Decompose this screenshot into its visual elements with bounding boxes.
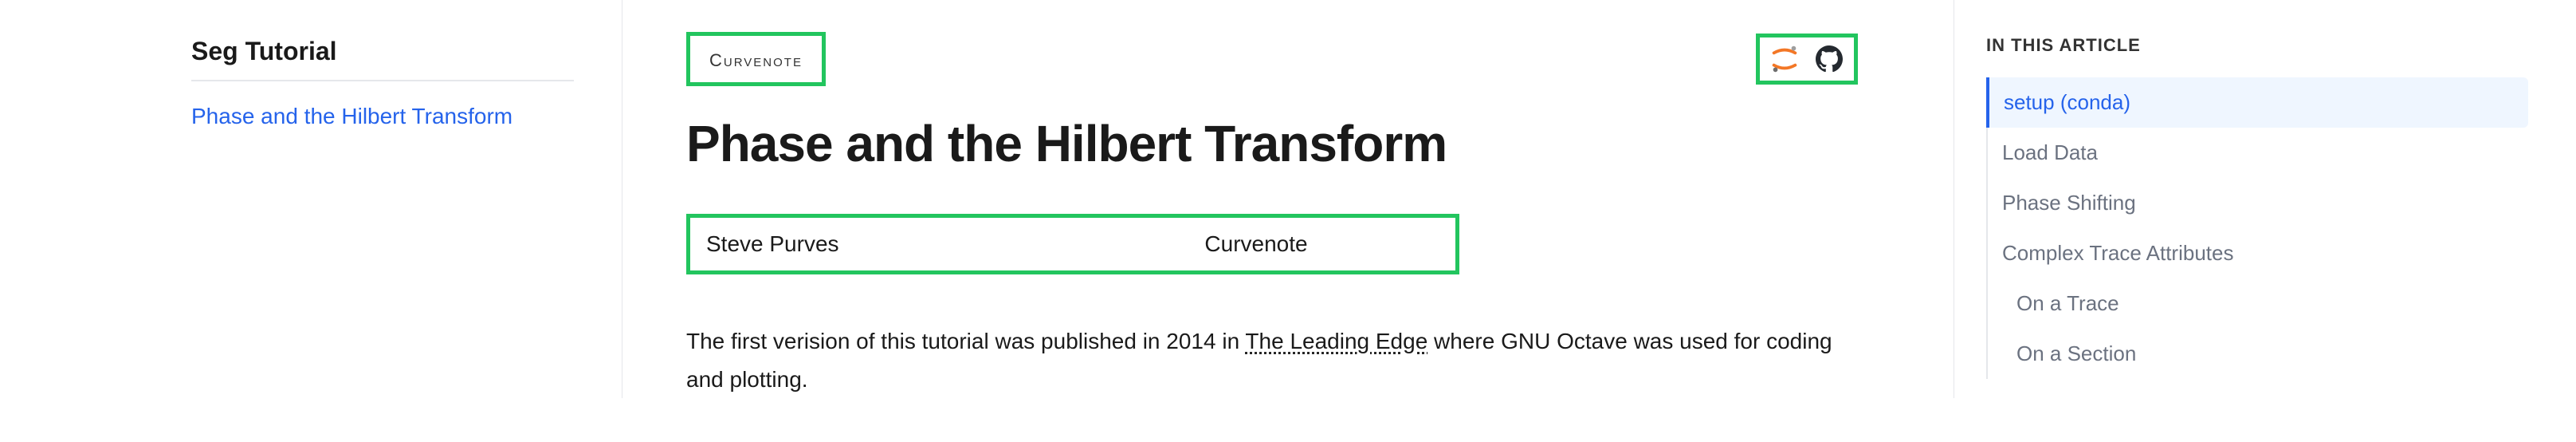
toc-item[interactable]: On a Trace (1986, 278, 2528, 329)
toc-item[interactable]: On a Section (1986, 329, 2528, 379)
sidebar: Seg Tutorial Phase and the Hilbert Trans… (0, 0, 622, 398)
toc-item[interactable]: setup (conda) (1986, 77, 2528, 128)
page-title: Phase and the Hilbert Transform (686, 105, 1858, 182)
site-title: Seg Tutorial (191, 32, 574, 81)
author-name[interactable]: Steve Purves (706, 227, 1073, 261)
toc-heading: IN THIS ARTICLE (1986, 32, 2528, 58)
toc-item[interactable]: Complex Trace Attributes (1986, 228, 2528, 278)
github-icon[interactable] (1812, 42, 1846, 76)
author-affiliation[interactable]: Curvenote (1073, 227, 1439, 261)
toc-item[interactable]: Phase Shifting (1986, 178, 2528, 228)
intro-paragraph: The first verision of this tutorial was … (686, 322, 1842, 398)
jupyter-icon[interactable] (1768, 42, 1801, 76)
toc-list: setup (conda)Load DataPhase ShiftingComp… (1986, 77, 2528, 379)
kicker-label[interactable]: Curvenote (709, 50, 803, 70)
badges-highlight (1756, 34, 1858, 85)
header-top-row: Curvenote (686, 32, 1858, 86)
sidebar-nav-item[interactable]: Phase and the Hilbert Transform (191, 101, 574, 132)
toc: IN THIS ARTICLE setup (conda)Load DataPh… (1954, 0, 2576, 398)
intro-text-prefix: The first verision of this tutorial was … (686, 329, 1245, 353)
kicker-highlight: Curvenote (686, 32, 826, 86)
author-highlight: Steve Purves Curvenote (686, 214, 1459, 274)
intro-link[interactable]: The Leading Edge (1245, 329, 1427, 353)
toc-item[interactable]: Load Data (1986, 128, 2528, 178)
main-content: Curvenote Phase and the (622, 0, 1954, 398)
